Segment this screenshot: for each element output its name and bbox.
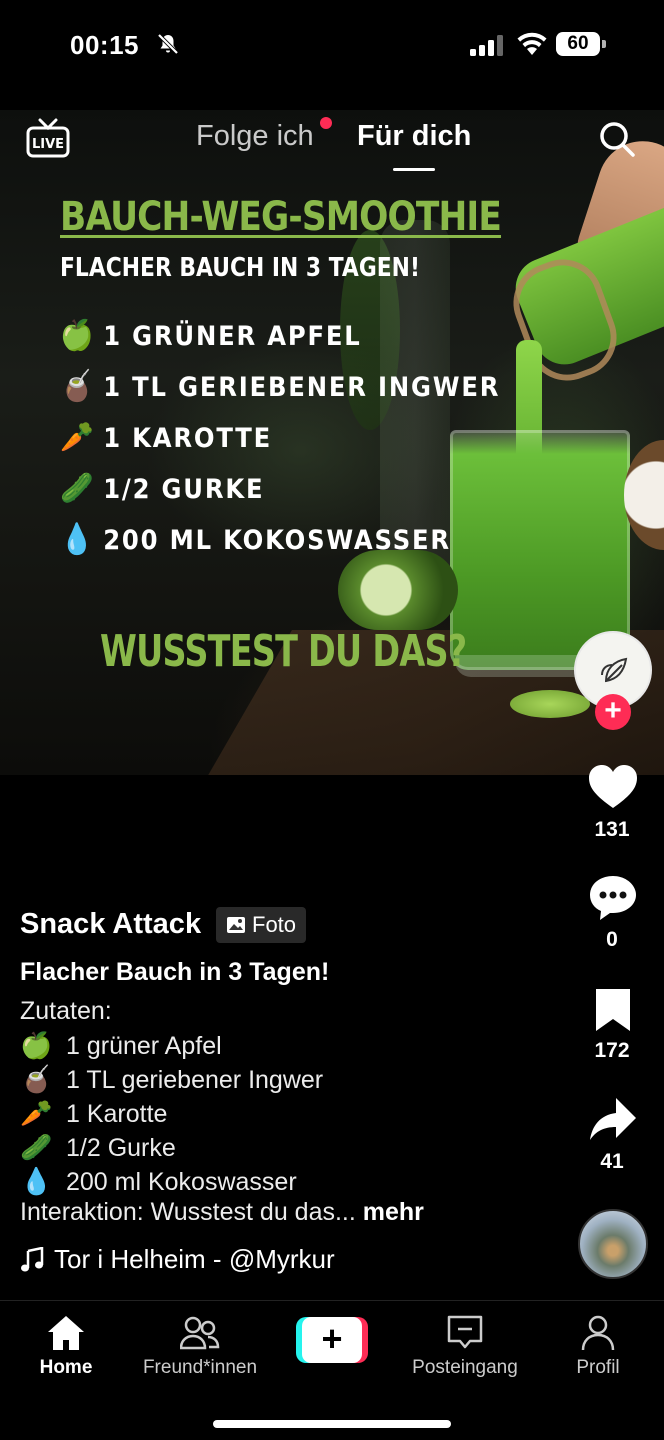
caption-line: 🥕 1 Karotte — [20, 1098, 168, 1128]
photo-ingredient: 🍏 1 GRÜNER APFEL — [60, 318, 362, 353]
cucumber-icon: 🥒 — [60, 471, 94, 506]
create-button[interactable]: + — [296, 1317, 368, 1363]
plus-icon: + — [302, 1317, 362, 1363]
photo-badge-label: Foto — [252, 912, 297, 937]
muted-bell-icon — [157, 33, 179, 55]
share-count: 41 — [600, 1150, 624, 1173]
photo-headline: BAUCH-WEG-SMOOTHIE — [60, 194, 502, 240]
like-count: 131 — [594, 818, 630, 841]
svg-text:LIVE: LIVE — [32, 137, 64, 152]
heart-icon[interactable] — [588, 764, 638, 812]
follow-button[interactable]: + — [595, 694, 631, 730]
battery-icon: 60 — [556, 32, 606, 56]
green-powder — [510, 690, 590, 718]
music-disc-avatar[interactable] — [578, 1209, 648, 1279]
caption-line: 🥒 1/2 Gurke — [20, 1132, 176, 1162]
status-bar: 00:15 60 — [0, 0, 664, 90]
home-icon — [48, 1316, 84, 1350]
tab-following[interactable]: Folge ich — [196, 120, 314, 153]
droplet-icon: 💧 — [60, 522, 94, 557]
live-icon[interactable]: LIVE — [26, 118, 70, 160]
share-icon[interactable] — [588, 1096, 638, 1144]
search-icon[interactable] — [598, 120, 636, 158]
leaf-logo-icon — [601, 657, 628, 683]
inbox-icon — [447, 1315, 483, 1349]
photo-ingredient: 🧉 1 TL GERIEBENER INGWER — [60, 369, 501, 404]
comment-count: 0 — [606, 928, 618, 951]
author-name[interactable]: Snack Attack — [20, 908, 201, 941]
photo-ingredient: 🥒 1/2 GURKE — [60, 471, 265, 506]
nav-inbox-label: Posteingang — [412, 1357, 518, 1378]
photo-ingredient: 🥕 1 KAROTTE — [60, 420, 273, 455]
caption-title: Flacher Bauch in 3 Tagen! — [20, 958, 330, 986]
ginger-cup-icon: 🧉 — [60, 369, 94, 404]
music-info[interactable]: Tor i Helheim - @Myrkur — [20, 1244, 335, 1275]
nav-inbox[interactable]: Posteingang — [404, 1313, 526, 1379]
photo-ingredient: 💧 200 ML KOKOSWASSER — [60, 522, 451, 557]
caption-last-line: Interaktion: Wusstest du das... mehr — [20, 1198, 424, 1226]
profile-icon — [581, 1315, 615, 1351]
nav-friends-label: Freund*innen — [142, 1357, 258, 1378]
battery-level: 60 — [556, 32, 600, 56]
caption-line: 💧 200 ml Kokoswasser — [20, 1166, 297, 1196]
friends-icon — [180, 1316, 220, 1350]
nav-friends[interactable]: Freund*innen — [136, 1313, 264, 1379]
nav-home-label: Home — [39, 1357, 93, 1378]
active-tab-indicator — [393, 168, 435, 171]
carrot-icon: 🥕 — [60, 420, 94, 455]
more-button[interactable]: mehr — [363, 1198, 424, 1226]
photo-subheadline: FLACHER BAUCH IN 3 TAGEN! — [60, 253, 420, 283]
caption-intro: Zutaten: — [20, 997, 112, 1025]
photo-badge: Foto — [216, 907, 307, 943]
home-indicator[interactable] — [213, 1420, 451, 1428]
apple-icon: 🍏 — [20, 1030, 53, 1060]
music-note-icon — [21, 1246, 44, 1271]
cellular-signal-icon — [470, 35, 503, 56]
carrot-icon: 🥕 — [20, 1098, 53, 1128]
save-count: 172 — [594, 1039, 630, 1062]
notification-dot — [320, 117, 332, 129]
caption-line: 🍏 1 grüner Apfel — [20, 1030, 222, 1060]
comment-icon[interactable] — [588, 874, 638, 922]
bookmark-icon[interactable] — [588, 986, 638, 1034]
photo-question: WUSSTEST DU DAS? — [100, 626, 467, 677]
bottom-nav: Home Freund*innen + Posteingang Profil — [0, 1300, 664, 1440]
image-icon — [227, 917, 245, 933]
droplet-icon: 💧 — [20, 1166, 53, 1196]
cucumber — [338, 550, 458, 630]
ginger-cup-icon: 🧉 — [20, 1064, 53, 1094]
music-title: Tor i Helheim - @Myrkur — [54, 1244, 335, 1274]
caption-line: 🧉 1 TL geriebener Ingwer — [20, 1064, 324, 1094]
wifi-icon — [517, 32, 547, 55]
tab-for-you[interactable]: Für dich — [357, 120, 471, 153]
coconut — [624, 440, 664, 550]
nav-profile[interactable]: Profil — [560, 1313, 636, 1379]
apple-icon: 🍏 — [60, 318, 94, 353]
nav-profile-label: Profil — [576, 1357, 620, 1378]
status-time: 00:15 — [70, 30, 139, 60]
cucumber-icon: 🥒 — [20, 1132, 53, 1162]
nav-home[interactable]: Home — [28, 1313, 104, 1379]
